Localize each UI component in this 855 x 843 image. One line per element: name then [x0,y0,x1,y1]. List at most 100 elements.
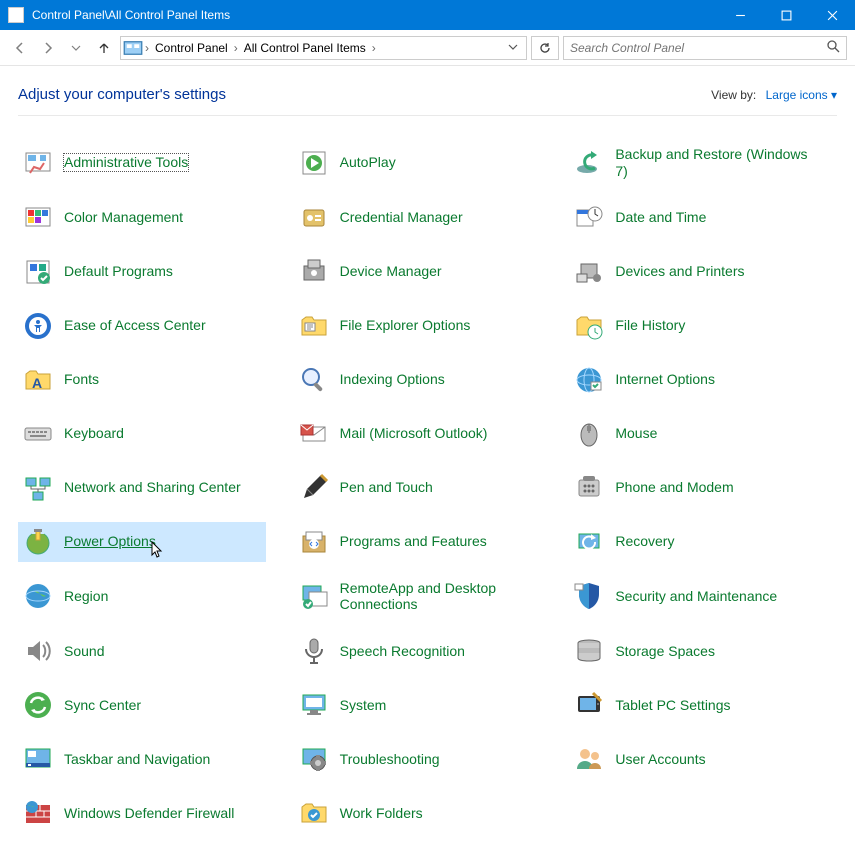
indexing-icon [298,364,330,396]
search-input[interactable] [570,41,826,55]
cp-item-storage[interactable]: Storage Spaces [569,631,817,671]
up-button[interactable] [92,36,116,60]
cp-item-speech[interactable]: Speech Recognition [294,631,542,671]
cp-item-backup[interactable]: Backup and Restore (Windows 7) [569,142,817,184]
item-label: System [340,697,387,714]
item-label: Default Programs [64,263,173,280]
refresh-button[interactable] [531,36,559,60]
chevron-right-icon[interactable]: › [370,41,378,55]
cp-item-mail[interactable]: Mail (Microsoft Outlook) [294,414,542,454]
cp-item-sound[interactable]: Sound [18,631,266,671]
cp-item-workfolders[interactable]: Work Folders [294,793,542,833]
breadcrumb-child[interactable]: All Control Panel Items [240,37,370,59]
item-label: Network and Sharing Center [64,479,241,496]
item-label: Recovery [615,533,674,550]
cp-item-network[interactable]: Network and Sharing Center [18,468,266,508]
autoplay-icon [298,147,330,179]
forward-button[interactable] [36,36,60,60]
cp-item-taskbar[interactable]: Taskbar and Navigation [18,739,266,779]
cp-item-programs[interactable]: Programs and Features [294,522,542,562]
item-label: Sound [64,643,104,660]
maximize-button[interactable] [763,0,809,30]
item-label: Tablet PC Settings [615,697,730,714]
viewby-label: View by: [711,88,756,102]
item-label: Devices and Printers [615,263,744,280]
programs-icon [298,526,330,558]
internet-icon [573,364,605,396]
cp-item-ease[interactable]: Ease of Access Center [18,306,266,346]
folderopt-icon [298,310,330,342]
power-icon [22,526,54,558]
cp-item-credential[interactable]: Credential Manager [294,198,542,238]
minimize-button[interactable] [717,0,763,30]
remoteapp-icon [298,580,330,612]
cp-item-devices[interactable]: Devices and Printers [569,252,817,292]
recent-dropdown[interactable] [64,36,88,60]
taskbar-icon [22,743,54,775]
breadcrumb-root[interactable]: Control Panel [151,37,232,59]
cp-item-filehistory[interactable]: File History [569,306,817,346]
storage-icon [573,635,605,667]
cp-item-keyboard[interactable]: Keyboard [18,414,266,454]
cp-item-firewall[interactable]: Windows Defender Firewall [18,793,266,833]
view-by: View by: Large icons ▾ [711,88,837,102]
cp-item-pen[interactable]: Pen and Touch [294,468,542,508]
speech-icon [298,635,330,667]
tablet-icon [573,689,605,721]
address-dropdown[interactable] [502,41,524,55]
cp-item-fonts[interactable]: AFonts [18,360,266,400]
mail-icon [298,418,330,450]
viewby-dropdown[interactable]: Large icons ▾ [766,88,837,102]
filehistory-icon [573,310,605,342]
item-label: File Explorer Options [340,317,471,334]
control-panel-icon [123,40,143,56]
sound-icon [22,635,54,667]
troubleshoot-icon [298,743,330,775]
window-icon [8,7,24,23]
chevron-right-icon[interactable]: › [143,41,151,55]
cp-item-remoteapp[interactable]: RemoteApp and Desktop Connections [294,576,542,618]
item-label: Taskbar and Navigation [64,751,210,768]
cp-item-indexing[interactable]: Indexing Options [294,360,542,400]
cp-item-phone[interactable]: Phone and Modem [569,468,817,508]
cp-item-folderopt[interactable]: File Explorer Options [294,306,542,346]
cp-item-autoplay[interactable]: AutoPlay [294,142,542,184]
navigation-bar: › Control Panel › All Control Panel Item… [0,30,855,66]
close-button[interactable] [809,0,855,30]
fonts-icon: A [22,364,54,396]
workfolders-icon [298,797,330,829]
cp-item-internet[interactable]: Internet Options [569,360,817,400]
sync-icon [22,689,54,721]
cp-item-troubleshoot[interactable]: Troubleshooting [294,739,542,779]
cp-item-region[interactable]: Region [18,576,266,618]
region-icon [22,580,54,612]
cp-item-devicemgr[interactable]: Device Manager [294,252,542,292]
cp-item-tablet[interactable]: Tablet PC Settings [569,685,817,725]
item-label: User Accounts [615,751,705,768]
item-label: Troubleshooting [340,751,440,768]
search-box[interactable] [563,36,847,60]
item-label: Internet Options [615,371,715,388]
item-label: Mouse [615,425,657,442]
search-icon[interactable] [826,39,840,56]
item-label: Region [64,588,108,605]
cp-item-security[interactable]: Security and Maintenance [569,576,817,618]
title-bar: Control Panel\All Control Panel Items [0,0,855,30]
chevron-right-icon[interactable]: › [232,41,240,55]
cp-item-power[interactable]: Power Options [18,522,266,562]
cp-item-mouse[interactable]: Mouse [569,414,817,454]
admin-tools-icon [22,147,54,179]
cp-item-users[interactable]: User Accounts [569,739,817,779]
item-label: Programs and Features [340,533,487,550]
color-icon [22,202,54,234]
cp-item-color[interactable]: Color Management [18,198,266,238]
cp-item-system[interactable]: System [294,685,542,725]
back-button[interactable] [8,36,32,60]
cp-item-defaults[interactable]: Default Programs [18,252,266,292]
cp-item-sync[interactable]: Sync Center [18,685,266,725]
mouse-icon [573,418,605,450]
cp-item-admin-tools[interactable]: Administrative Tools [18,142,266,184]
cp-item-datetime[interactable]: Date and Time [569,198,817,238]
address-bar[interactable]: › Control Panel › All Control Panel Item… [120,36,527,60]
cp-item-recovery[interactable]: Recovery [569,522,817,562]
